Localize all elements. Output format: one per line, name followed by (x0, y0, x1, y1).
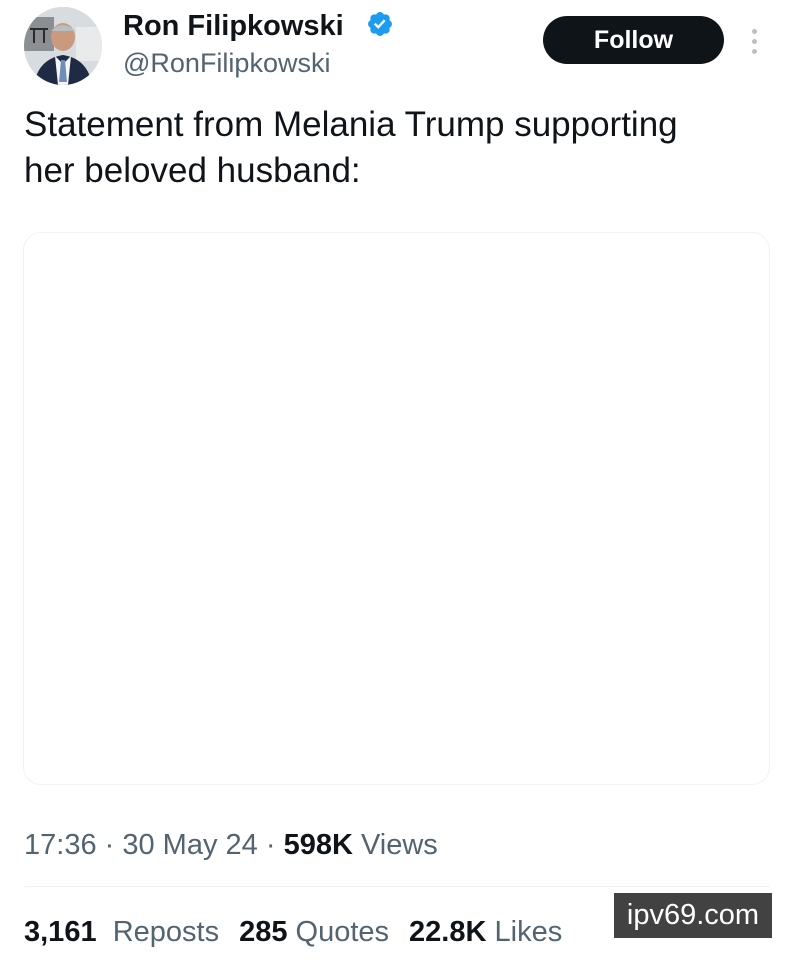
quotes-label: Quotes (295, 916, 390, 948)
watermark-label: ipv69.com (614, 893, 772, 938)
more-options-icon[interactable] (742, 24, 766, 58)
divider (24, 886, 770, 887)
likes-label: Likes (494, 916, 563, 948)
views-label: Views (352, 829, 438, 861)
avatar-photo (24, 7, 102, 85)
tweet-date[interactable]: 30 May 24 (122, 829, 257, 861)
reposts-stat[interactable]: 3,161 Reposts (24, 916, 219, 948)
verified-badge-icon (368, 12, 392, 36)
likes-count: 22.8K (409, 916, 487, 948)
avatar[interactable] (24, 7, 102, 85)
meta-separator: · (257, 829, 284, 861)
quotes-stat[interactable]: 285 Quotes (239, 916, 389, 948)
tweet-meta: 17:36 · 30 May 24 · 598K Views (24, 826, 438, 864)
tweet-time[interactable]: 17:36 (24, 829, 97, 861)
views-count: 598K (283, 829, 353, 861)
quotes-count: 285 (239, 916, 288, 948)
follow-button[interactable]: Follow (543, 16, 724, 64)
meta-separator: · (96, 829, 123, 861)
tweet-text-line: Statement from Melania Trump supporting (24, 105, 678, 144)
user-handle[interactable]: @RonFilipkowski (123, 46, 330, 80)
display-name[interactable]: Ron Filipkowski (123, 8, 344, 44)
tweet-text-line: her beloved husband: (24, 151, 361, 190)
tweet-text: Statement from Melania Trump supporting … (24, 102, 774, 194)
engagement-stats: 3,161 Reposts 285 Quotes 22.8K Likes (24, 913, 582, 951)
reposts-label: Reposts (112, 916, 220, 948)
media-attachment[interactable] (23, 232, 770, 785)
reposts-count: 3,161 (24, 916, 97, 948)
likes-stat[interactable]: 22.8K Likes (409, 916, 562, 948)
